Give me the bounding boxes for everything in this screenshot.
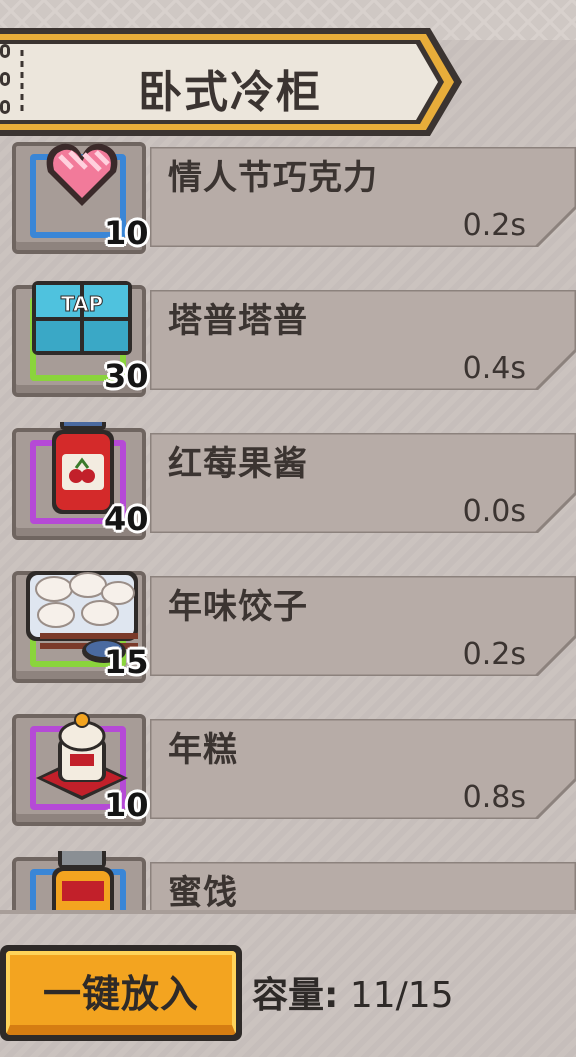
page-title: 卧式冷柜 (138, 67, 322, 118)
item-count: 40 (104, 500, 149, 538)
divider (0, 910, 576, 914)
item-name: 蜜饯 (168, 873, 238, 910)
binder-ring (0, 44, 10, 58)
list-item[interactable]: 年糕 0.8s 10 (10, 712, 576, 832)
binder-ring (0, 100, 10, 114)
binder-ring (0, 72, 10, 86)
item-time: 0.4s (462, 351, 526, 386)
item-name: 年糕 (168, 730, 238, 770)
item-time: 0.0s (462, 494, 526, 529)
item-time: 0.8s (462, 780, 526, 815)
capacity-indicator: 容量: 11/15 (252, 966, 454, 1018)
svg-text:TAP: TAP (61, 292, 103, 316)
capacity-label: 容量: (252, 975, 339, 1016)
title-banner: 卧式冷柜 (0, 28, 462, 136)
list-item[interactable]: 蜜饯 (10, 837, 576, 910)
item-count: 10 (104, 786, 149, 824)
list-item[interactable]: TAP 塔普塔普 0.4s 30 (10, 281, 576, 403)
item-name: 情人节巧克力 (168, 158, 378, 198)
list-item[interactable]: 年味饺子 0.2s 15 (10, 569, 576, 689)
item-count: 15 (104, 643, 149, 681)
list-item[interactable]: 红莓果酱 0.0s 40 (10, 408, 576, 546)
item-list[interactable]: 情人节巧克力 0.2s 10 TAP 塔普塔普 0.4s 30 红莓果酱 0.0… (0, 140, 576, 910)
item-time: 0.2s (462, 208, 526, 243)
candied-fruit-jar-icon (26, 837, 138, 910)
item-name: 年味饺子 (168, 587, 308, 627)
item-time: 0.2s (462, 637, 526, 672)
item-count: 30 (104, 357, 149, 395)
load-all-label: 一键放入 (6, 951, 236, 1035)
load-all-button[interactable]: 一键放入 (0, 945, 242, 1041)
item-count: 10 (104, 214, 149, 252)
capacity-value: 11/15 (349, 975, 454, 1016)
list-item[interactable]: 情人节巧克力 0.2s 10 (10, 140, 576, 260)
item-name: 红莓果酱 (168, 444, 308, 484)
item-name: 塔普塔普 (168, 301, 308, 341)
